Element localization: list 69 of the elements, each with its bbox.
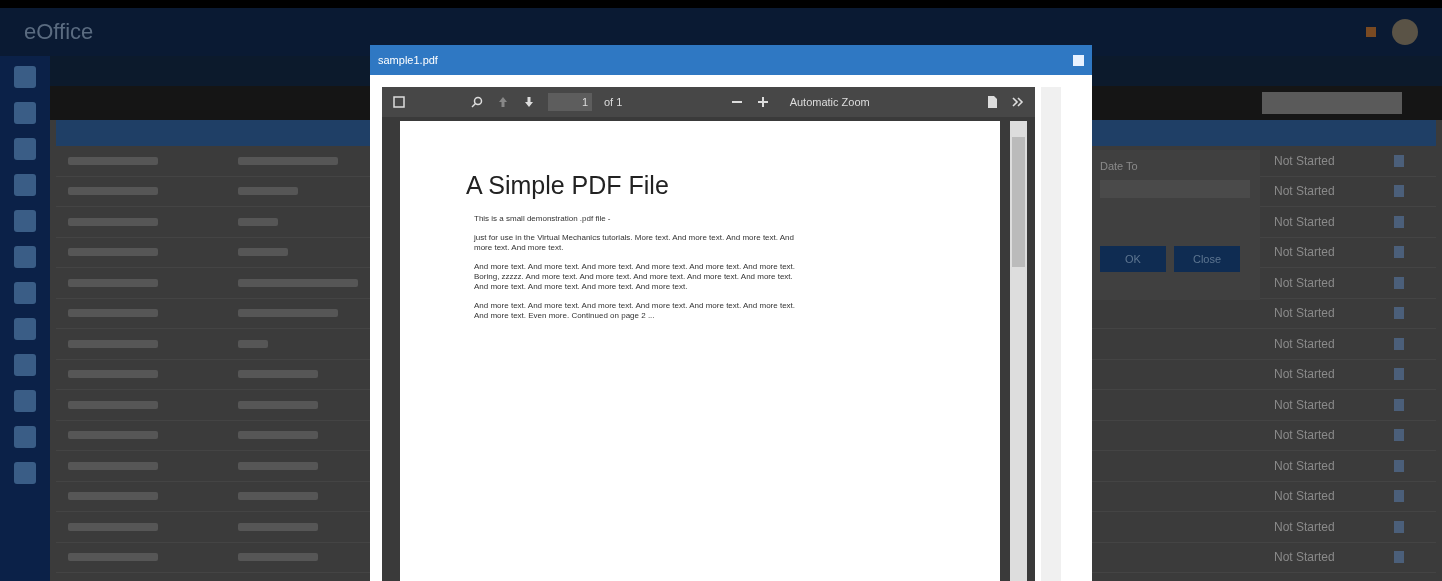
status-text: Not Started [1274, 306, 1336, 321]
zoom-in-icon[interactable] [755, 95, 770, 109]
modal-title: sample1.pdf [378, 54, 438, 66]
app-logo: eOffice [24, 19, 94, 45]
sidebar-icon[interactable] [14, 210, 36, 232]
sidebar-icon[interactable] [14, 246, 36, 268]
page-number-field[interactable]: 1 [548, 93, 592, 111]
action-icon[interactable] [1394, 490, 1404, 503]
sidebar-icon[interactable] [14, 102, 36, 124]
sidebar-icon[interactable] [14, 390, 36, 412]
action-icon[interactable] [1394, 520, 1404, 533]
notification-icon[interactable] [1364, 25, 1378, 39]
document-paragraph: just for use in the Virtual Mechanics tutorials. More text. And more text. And more text. And more text. And more text. [474, 233, 795, 253]
double-chevron-icon[interactable] [1011, 95, 1025, 109]
sidebar-icon[interactable] [14, 282, 36, 304]
scrollbar[interactable] [1010, 121, 1027, 581]
document-paragraph: And more text. And more text. And more text. And more text. And more text. And more text. And more text. Even more. Continued on page 2 ... [474, 301, 797, 321]
status-text: Not Started [1274, 428, 1336, 443]
sidebar-icon[interactable] [14, 354, 36, 376]
action-icon[interactable] [1394, 307, 1404, 320]
avatar-icon[interactable] [1392, 19, 1418, 45]
close-button[interactable] [1073, 54, 1084, 66]
sidebar-icon[interactable] [14, 426, 36, 448]
status-text: Not Started [1274, 336, 1336, 351]
action-icon[interactable] [1394, 459, 1404, 472]
search-field[interactable] [1262, 92, 1402, 114]
status-text: Not Started [1274, 275, 1336, 290]
sidebar-toggle-icon[interactable] [392, 95, 406, 109]
action-icon[interactable] [1394, 337, 1404, 350]
status-text: Not Started [1274, 184, 1336, 199]
blurred-text [238, 217, 278, 226]
status-text: Not Started [1274, 245, 1336, 260]
blurred-text [238, 248, 288, 257]
status-text: Not Started [1274, 397, 1336, 412]
action-icon[interactable] [1394, 276, 1404, 289]
field-label: Date To [1100, 160, 1139, 172]
document-icon[interactable] [985, 95, 999, 109]
sidebar-icon[interactable] [14, 462, 36, 484]
blurred-text [238, 187, 298, 196]
action-icon[interactable] [1394, 551, 1404, 564]
blurred-text [238, 339, 268, 348]
sidebar-icon[interactable] [14, 318, 36, 340]
status-text: Not Started [1274, 153, 1336, 168]
filter-button[interactable]: Close [1174, 246, 1240, 272]
zoom-select[interactable]: Automatic Zoom [781, 93, 878, 111]
filter-button[interactable]: OK [1100, 246, 1166, 272]
up-arrow-icon[interactable] [496, 95, 510, 109]
action-icon[interactable] [1394, 246, 1404, 259]
sidebar-icon[interactable] [14, 66, 36, 88]
status-text: Not Started [1274, 458, 1336, 473]
sidebar-icon[interactable] [14, 174, 36, 196]
status-text: Not Started [1274, 550, 1336, 565]
status-text: Not Started [1274, 489, 1336, 504]
document-heading: A Simple PDF File [466, 171, 670, 200]
action-icon[interactable] [1394, 368, 1404, 381]
sidebar-icon[interactable] [14, 138, 36, 160]
action-icon[interactable] [1394, 429, 1404, 442]
action-icon[interactable] [1394, 154, 1404, 167]
status-text: Not Started [1274, 519, 1336, 534]
search-icon[interactable] [470, 95, 484, 109]
document-paragraph: This is a small demonstration .pdf file - [474, 214, 612, 224]
action-icon[interactable] [1394, 215, 1404, 228]
page-count: of 1 [604, 96, 623, 108]
status-text: Not Started [1274, 367, 1336, 382]
down-arrow-icon[interactable] [522, 95, 536, 109]
status-text: Not Started [1274, 214, 1336, 229]
document-paragraph: And more text. And more text. And more text. And more text. And more text. And more text. Boring, zzzzz. And more text. And more text. And more text. And more text. And more text. And more text. And more text. And more text. And more text. [474, 262, 797, 292]
action-icon[interactable] [1394, 185, 1404, 198]
action-icon[interactable] [1394, 398, 1404, 411]
